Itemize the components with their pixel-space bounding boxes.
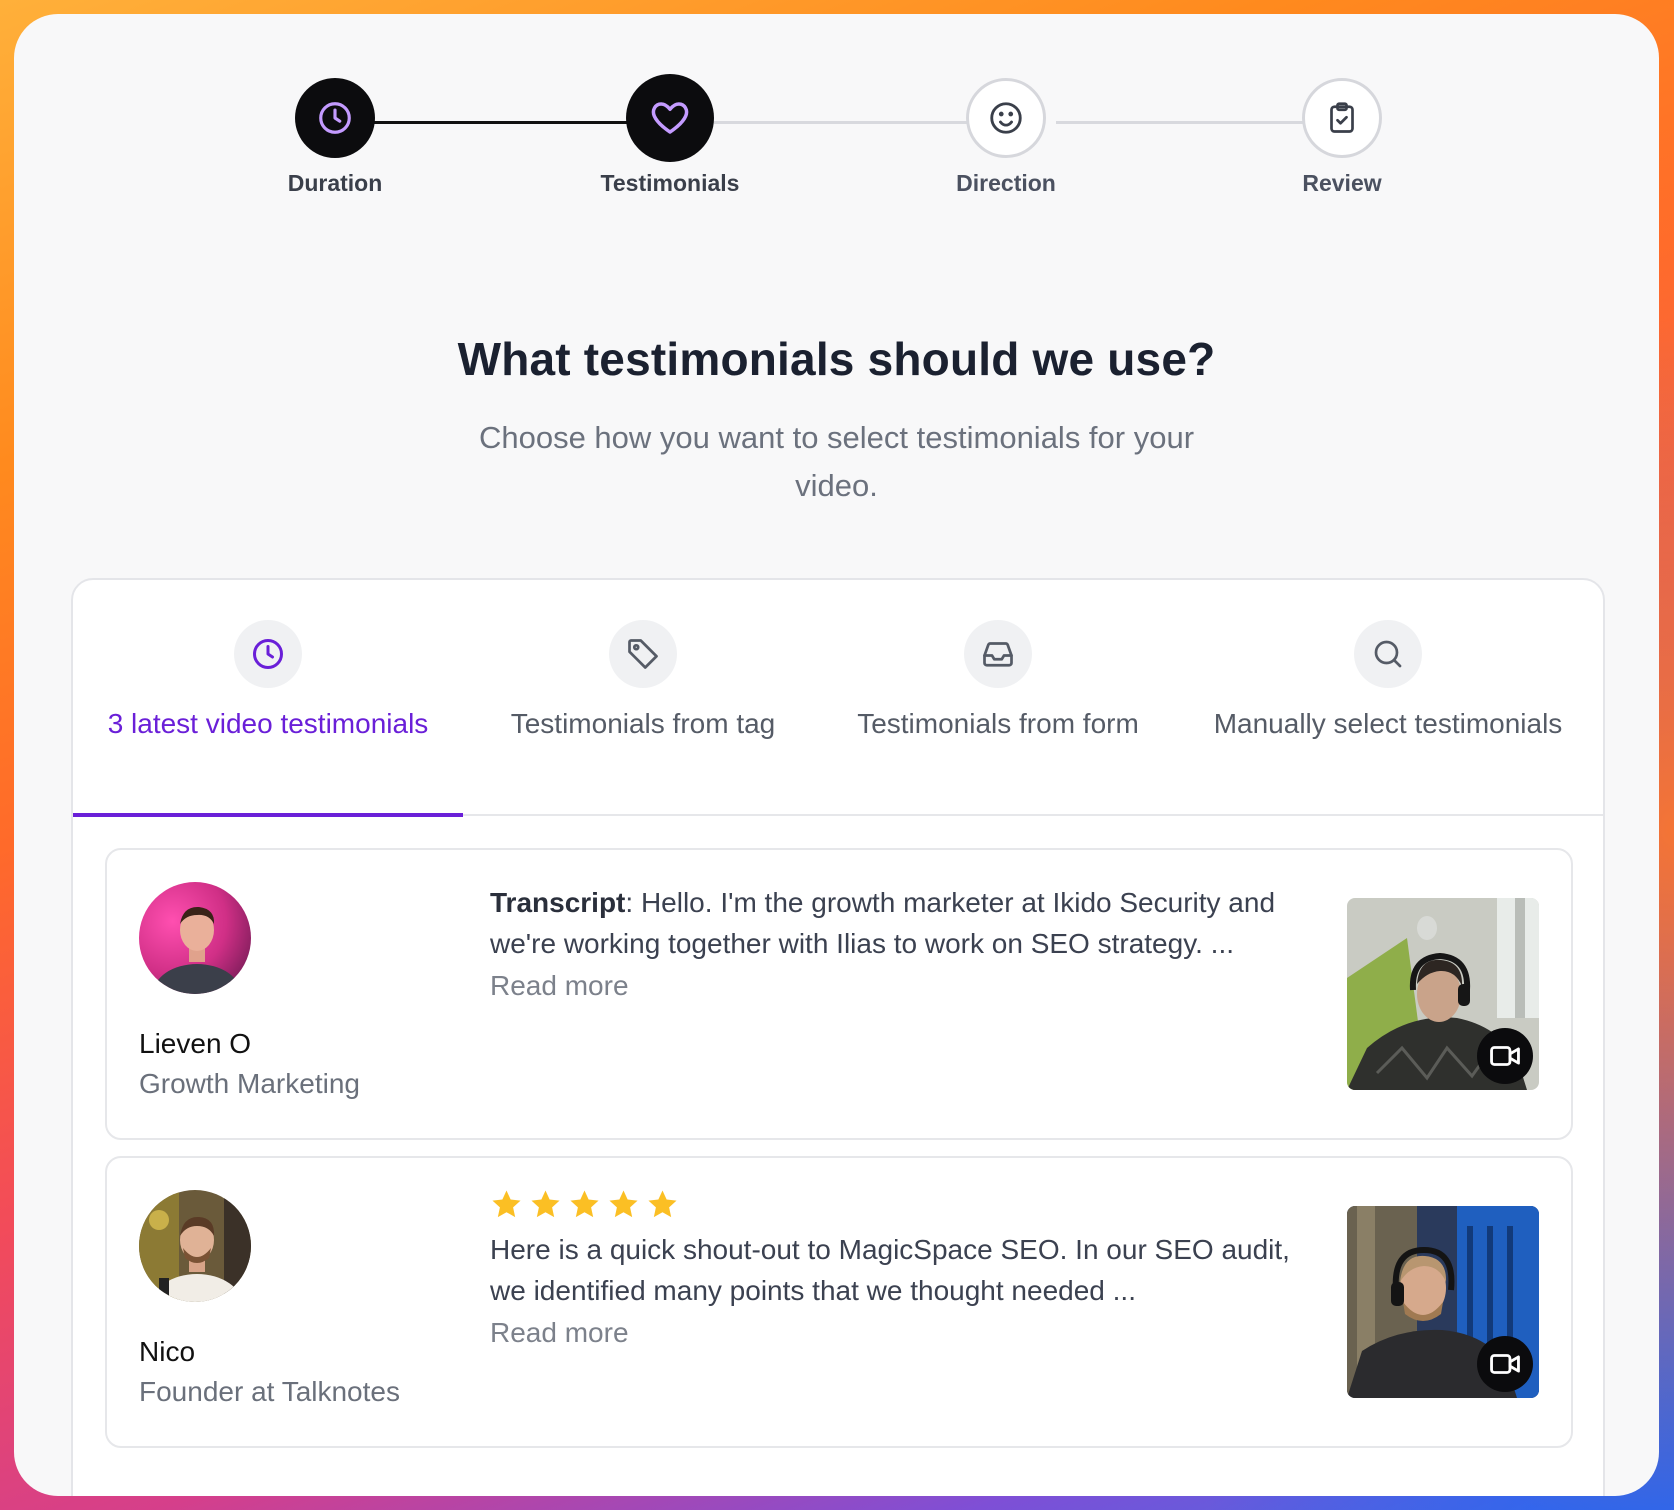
video-thumbnail[interactable] xyxy=(1347,1206,1539,1398)
tab-from-tag[interactable]: Testimonials from tag xyxy=(463,580,823,814)
step-direction[interactable]: Direction xyxy=(906,78,1106,197)
author-name: Nico xyxy=(139,1336,196,1367)
heart-icon xyxy=(651,102,689,134)
video-camera-icon xyxy=(1490,1046,1520,1066)
testimonial-source-panel: 3 latest video testimonials Testimonials… xyxy=(71,578,1605,1496)
clock-icon xyxy=(319,102,351,134)
step-review-circle xyxy=(1302,78,1382,158)
testimonial-card[interactable]: Nico Founder at Talknotes Here is a quic… xyxy=(105,1156,1573,1448)
source-tabs: 3 latest video testimonials Testimonials… xyxy=(73,580,1603,817)
star-rating xyxy=(490,1188,1320,1221)
star-icon xyxy=(570,1190,599,1218)
testimonial-body: Here is a quick shout-out to MagicSpace … xyxy=(490,1234,1290,1306)
star-icon xyxy=(648,1190,677,1218)
star-icon xyxy=(531,1190,560,1218)
clipboard-check-icon xyxy=(1330,102,1354,133)
tab-label: Testimonials from tag xyxy=(510,708,776,739)
video-thumbnail[interactable] xyxy=(1347,898,1539,1090)
tab-icon-wrap xyxy=(1354,620,1422,688)
author-name: Lieven O xyxy=(139,1028,252,1059)
step-label: Duration xyxy=(287,170,383,196)
read-more-link[interactable]: Read more xyxy=(490,1312,1320,1353)
author-role: Growth Marketing xyxy=(139,1068,360,1099)
page-subtitle: Choose how you want to select testimonia… xyxy=(478,420,1195,503)
tab-label: Testimonials from form xyxy=(857,708,1139,739)
tab-icon-wrap xyxy=(964,620,1032,688)
step-label: Review xyxy=(1302,170,1382,196)
step-testimonials-circle xyxy=(626,74,714,162)
testimonial-card[interactable]: Lieven O Growth Marketing Transcript: He… xyxy=(105,848,1573,1140)
step-duration[interactable]: Duration xyxy=(235,78,435,197)
search-icon xyxy=(1374,640,1402,668)
testimonial-text: Transcript: Hello. I'm the growth market… xyxy=(490,882,1320,964)
step-label: Direction xyxy=(956,170,1056,196)
tab-from-form[interactable]: Testimonials from form xyxy=(823,580,1173,814)
inbox-icon xyxy=(983,642,1013,667)
tab-icon-wrap xyxy=(609,620,677,688)
star-icon xyxy=(492,1190,521,1218)
avatar xyxy=(139,1190,251,1302)
tab-icon-wrap xyxy=(234,620,302,688)
step-label: Testimonials xyxy=(600,170,740,196)
smile-icon xyxy=(990,102,1022,134)
progress-stepper: Duration Testimonials Direction Review xyxy=(14,14,1659,244)
step-direction-circle xyxy=(966,78,1046,158)
author-role: Founder at Talknotes xyxy=(139,1376,400,1407)
step-testimonials[interactable]: Testimonials xyxy=(570,74,770,197)
video-camera-badge xyxy=(1477,1336,1533,1392)
transcript-label: Transcript xyxy=(490,887,626,918)
app-window: Duration Testimonials Direction Review W… xyxy=(14,14,1659,1496)
avatar xyxy=(139,882,251,994)
star-icon xyxy=(609,1190,638,1218)
read-more-link[interactable]: Read more xyxy=(490,965,1320,1006)
video-camera-badge xyxy=(1477,1028,1533,1084)
tab-label: Manually select testimonials xyxy=(1213,708,1563,739)
tab-label: 3 latest video testimonials xyxy=(107,708,429,739)
video-camera-icon xyxy=(1490,1354,1520,1374)
tag-icon xyxy=(628,639,658,669)
clock-icon xyxy=(253,639,283,669)
testimonial-content: Here is a quick shout-out to MagicSpace … xyxy=(490,1190,1320,1353)
testimonial-content: Transcript: Hello. I'm the growth market… xyxy=(490,882,1320,1006)
tab-manual-select[interactable]: Manually select testimonials xyxy=(1173,580,1603,814)
page-title: What testimonials should we use? xyxy=(457,333,1216,385)
step-duration-circle xyxy=(295,78,375,158)
step-review[interactable]: Review xyxy=(1242,78,1442,197)
tab-latest-video[interactable]: 3 latest video testimonials xyxy=(73,580,463,817)
